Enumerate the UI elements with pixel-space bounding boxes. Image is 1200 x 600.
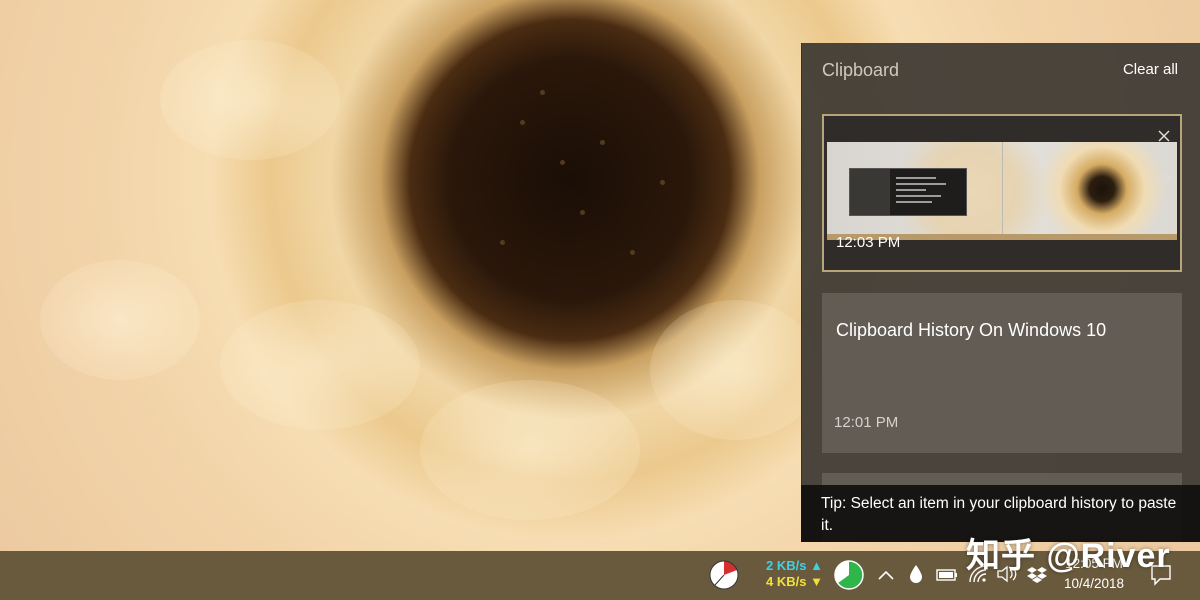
close-icon[interactable] (1156, 128, 1172, 144)
pie-chart-icon[interactable] (708, 559, 740, 596)
wallpaper-seed (630, 250, 635, 255)
clipboard-panel: Clipboard Clear all 12:03 PM Clipboard H… (801, 43, 1200, 542)
clock-date: 10/4/2018 (1063, 576, 1125, 591)
thumbnail-line (896, 177, 936, 179)
pin-icon[interactable] (1156, 170, 1172, 186)
wallpaper-petal (40, 260, 200, 380)
clipboard-item-time: 12:01 PM (834, 414, 899, 431)
clipboard-item-text[interactable]: Clipboard History On Windows 10 12:01 PM (822, 293, 1182, 453)
clipboard-item-time: 12:03 PM (836, 234, 901, 251)
wallpaper-seed (540, 90, 545, 95)
clipboard-image-thumbnail (827, 142, 1177, 240)
wallpaper-petal (650, 300, 820, 440)
wallpaper-petal (220, 300, 420, 430)
circle-meter-icon[interactable] (833, 559, 865, 596)
clipboard-item-image[interactable]: 12:03 PM (822, 114, 1182, 272)
wallpaper-seed (600, 140, 605, 145)
thumbnail-line (896, 195, 941, 197)
thumbnail-line (896, 201, 932, 203)
clear-all-button[interactable]: Clear all (1123, 61, 1178, 78)
chevron-up-icon[interactable] (877, 568, 895, 587)
clipboard-title: Clipboard (822, 60, 900, 80)
network-speed[interactable]: 2 KB/s ▲ 4 KB/s ▼ (766, 558, 823, 590)
thumbnail-mini-window (849, 168, 967, 216)
battery-icon[interactable] (936, 568, 958, 587)
wallpaper-petal (160, 40, 340, 160)
thumbnail-mini-sidebar (850, 169, 890, 215)
thumbnail-line (896, 183, 946, 185)
thumbnail-divider (1002, 142, 1003, 240)
wallpaper-seed (580, 210, 585, 215)
wallpaper-seed (560, 160, 565, 165)
download-speed: 4 KB/s ▼ (766, 574, 823, 589)
clipboard-item-content: Clipboard History On Windows 10 (836, 320, 1107, 340)
upload-speed: 2 KB/s ▲ (766, 558, 823, 573)
thumbnail-flower-right (1032, 142, 1172, 240)
wallpaper-seed (660, 180, 665, 185)
thumbnail-line (896, 189, 926, 191)
wallpaper-petal (420, 380, 640, 520)
wallpaper-seed (520, 120, 525, 125)
watermark-text: 知乎 @River (966, 537, 1171, 575)
wallpaper-seed (500, 240, 505, 245)
drop-icon[interactable] (909, 564, 923, 589)
